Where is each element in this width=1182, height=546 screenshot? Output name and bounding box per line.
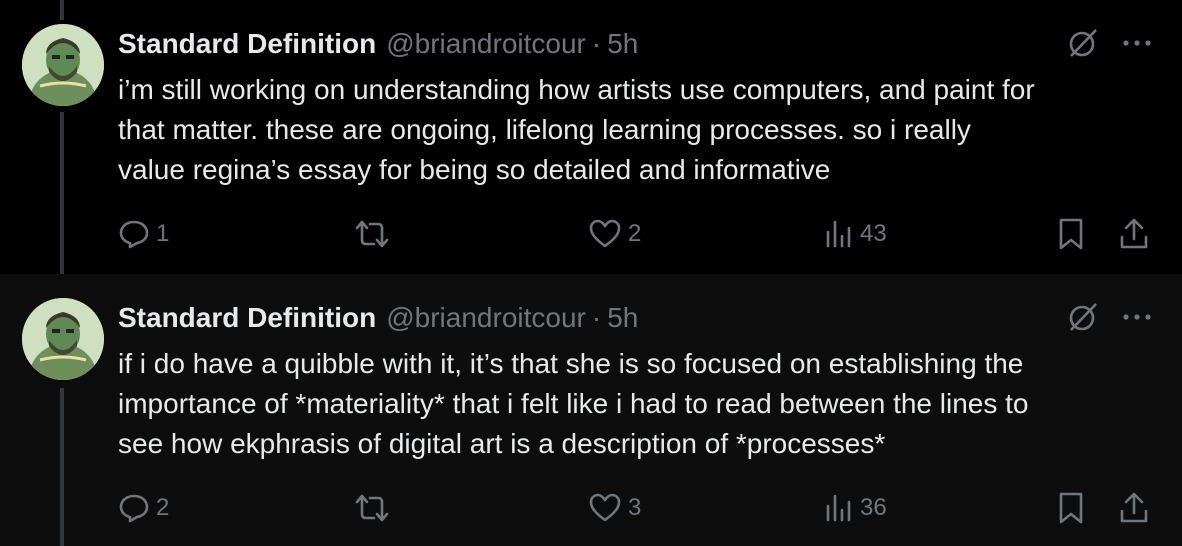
repost-button[interactable] [354, 214, 396, 254]
share-button[interactable] [1118, 214, 1150, 254]
top-actions [1066, 26, 1152, 60]
timestamp[interactable]: 5h [607, 28, 638, 60]
views-button[interactable]: 43 [824, 214, 887, 254]
grok-icon[interactable] [1066, 300, 1100, 334]
heart-icon [588, 218, 622, 250]
separator-dot: · [591, 302, 602, 333]
share-icon [1118, 217, 1150, 251]
author-name[interactable]: Standard Definition [118, 302, 376, 334]
avatar[interactable] [22, 24, 104, 106]
reply-button[interactable]: 2 [118, 488, 169, 528]
retweet-icon [354, 492, 390, 524]
bookmark-icon [1056, 491, 1086, 525]
reply-button[interactable]: 1 [118, 214, 169, 254]
heart-icon [588, 492, 622, 524]
avatar[interactable] [22, 298, 104, 380]
share-button[interactable] [1118, 488, 1150, 528]
tweet[interactable]: Standard Definition @briandroitcour · 5h… [0, 0, 1182, 274]
thread-line [60, 112, 64, 274]
views-button[interactable]: 36 [824, 488, 887, 528]
like-count: 3 [628, 494, 642, 521]
thread-line [60, 388, 64, 546]
views-icon [824, 492, 854, 524]
reply-count: 2 [156, 494, 170, 521]
retweet-icon [354, 218, 390, 250]
share-icon [1118, 491, 1150, 525]
like-count: 2 [628, 220, 642, 247]
grok-icon[interactable] [1066, 26, 1100, 60]
like-button[interactable]: 3 [588, 488, 641, 528]
bookmark-button[interactable] [1056, 214, 1086, 254]
action-bar: 1 2 43 [118, 214, 1158, 254]
tweet[interactable]: Standard Definition @briandroitcour · 5h… [0, 274, 1182, 546]
thread-line [60, 0, 64, 20]
author-name[interactable]: Standard Definition [118, 28, 376, 60]
more-icon[interactable] [1122, 38, 1152, 48]
tweet-header: Standard Definition @briandroitcour · 5h [118, 28, 638, 62]
tweet-text: if i do have a quibble with it, it’s tha… [118, 348, 1029, 459]
reply-icon [118, 492, 150, 524]
author-handle[interactable]: @briandroitcour [386, 302, 586, 334]
tweet-header: Standard Definition @briandroitcour · 5h [118, 302, 638, 336]
bookmark-icon [1056, 217, 1086, 251]
reply-count: 1 [156, 220, 170, 247]
top-actions [1066, 300, 1152, 334]
like-button[interactable]: 2 [588, 214, 641, 254]
view-count: 36 [860, 494, 887, 521]
view-count: 43 [860, 220, 887, 247]
views-icon [824, 218, 854, 250]
separator-dot: · [591, 28, 602, 59]
tweet-text: i’m still working on understanding how a… [118, 74, 1035, 185]
timestamp[interactable]: 5h [607, 302, 638, 334]
repost-button[interactable] [354, 488, 396, 528]
reply-icon [118, 218, 150, 250]
action-bar: 2 3 36 [118, 488, 1158, 528]
author-handle[interactable]: @briandroitcour [386, 28, 586, 60]
bookmark-button[interactable] [1056, 488, 1086, 528]
more-icon[interactable] [1122, 312, 1152, 322]
